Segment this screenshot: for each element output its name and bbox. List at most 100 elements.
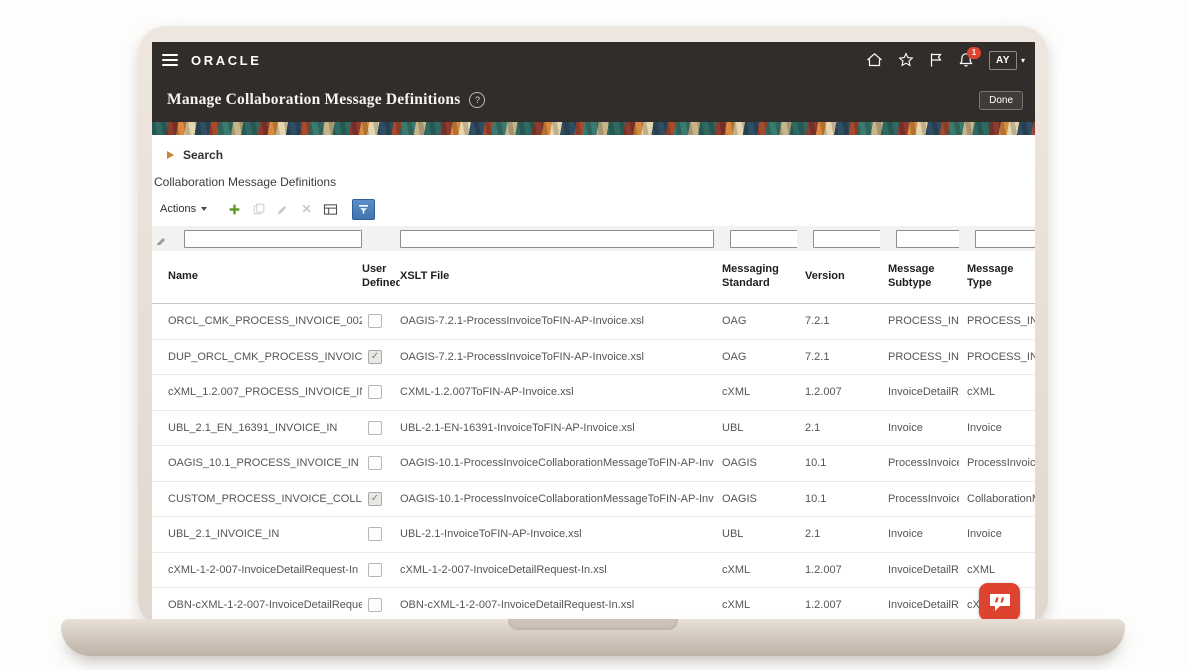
cell-message-subtype: PROCESS_INV...: [880, 351, 959, 363]
global-actions: 1 AY ▾: [866, 51, 1025, 70]
cell-name: ORCL_CMK_PROCESS_INVOICE_002: [152, 315, 362, 327]
page-content: Search Collaboration Message Definitions…: [152, 135, 1035, 622]
cell-xslt-file: OAGIS-10.1-ProcessInvoiceCollaborationMe…: [400, 493, 714, 505]
table-row[interactable]: ORCL_CMK_PROCESS_INVOICE_002 OAGIS-7.2.1…: [152, 304, 1035, 340]
filter-version-input[interactable]: [813, 230, 880, 248]
cell-message-type: ProcessInvoice: [959, 457, 1035, 469]
flag-icon[interactable]: [929, 52, 943, 68]
cell-xslt-file: OAGIS-10.1-ProcessInvoiceCollaborationMe…: [400, 457, 714, 469]
user-defined-checkbox[interactable]: [368, 563, 382, 577]
cell-messaging-standard: UBL: [714, 422, 797, 434]
table-row[interactable]: UBL_2.1_EN_16391_INVOICE_IN UBL-2.1-EN-1…: [152, 411, 1035, 447]
speech-bubble-icon: [988, 591, 1012, 613]
cell-xslt-file: UBL-2.1-InvoiceToFIN-AP-Invoice.xsl: [400, 528, 714, 540]
cell-xslt-file: cXML-1-2-007-InvoiceDetailRequest-In.xsl: [400, 564, 714, 576]
column-header-message-type[interactable]: Message Type: [959, 263, 1035, 291]
column-header-user-defined[interactable]: User Defined: [362, 263, 400, 291]
table-row[interactable]: DUP_ORCL_CMK_PROCESS_INVOICE... OAGIS-7.…: [152, 340, 1035, 376]
add-icon[interactable]: [227, 203, 242, 216]
cell-message-type: Invoice: [959, 528, 1035, 540]
cell-message-subtype: InvoiceDetailRe...: [880, 599, 959, 611]
cell-user-defined: [362, 385, 400, 399]
column-header-messaging-standard[interactable]: Messaging Standard: [714, 263, 797, 291]
detach-icon[interactable]: [323, 203, 338, 216]
cell-xslt-file: CXML-1.2.007ToFIN-AP-Invoice.xsl: [400, 386, 714, 398]
cell-version: 1.2.007: [797, 386, 880, 398]
column-header-xslt-file[interactable]: XSLT File: [400, 270, 714, 284]
cell-version: 2.1: [797, 422, 880, 434]
user-menu[interactable]: AY ▾: [989, 51, 1025, 70]
cell-xslt-file: OAGIS-7.2.1-ProcessInvoiceToFIN-AP-Invoi…: [400, 351, 714, 363]
qbe-pencil-icon: [156, 232, 166, 250]
cell-message-subtype: PROCESS_INV...: [880, 315, 959, 327]
cell-messaging-standard: cXML: [714, 564, 797, 576]
query-by-example-button[interactable]: [352, 199, 375, 220]
cell-user-defined: [362, 456, 400, 470]
notifications-bell-icon[interactable]: 1: [958, 52, 974, 68]
section-title: Collaboration Message Definitions: [154, 175, 1035, 189]
table-toolbar: Actions ✕: [160, 197, 1035, 221]
cell-messaging-standard: UBL: [714, 528, 797, 540]
cell-messaging-standard: cXML: [714, 386, 797, 398]
done-button[interactable]: Done: [979, 91, 1023, 110]
cell-user-defined: [362, 421, 400, 435]
table-row[interactable]: CUSTOM_PROCESS_INVOICE_COLLA... OAGIS-10…: [152, 482, 1035, 518]
table-row[interactable]: cXML_1.2.007_PROCESS_INVOICE_IN CXML-1.2…: [152, 375, 1035, 411]
cell-user-defined: [362, 527, 400, 541]
table-row[interactable]: OAGIS_10.1_PROCESS_INVOICE_IN OAGIS-10.1…: [152, 446, 1035, 482]
cell-message-type: PROCESS_INV...: [959, 351, 1035, 363]
title-bar: Manage Collaboration Message Definitions…: [152, 78, 1035, 122]
cell-name: cXML-1-2-007-InvoiceDetailRequest-In: [152, 564, 362, 576]
column-header-name[interactable]: Name: [152, 270, 362, 284]
duplicate-icon[interactable]: [251, 202, 266, 216]
cell-message-subtype: InvoiceDetailRe...: [880, 386, 959, 398]
cell-version: 7.2.1: [797, 315, 880, 327]
cell-name: OAGIS_10.1_PROCESS_INVOICE_IN: [152, 457, 362, 469]
search-section-toggle[interactable]: Search: [152, 135, 1035, 162]
user-defined-checkbox[interactable]: [368, 598, 382, 612]
oracle-logo: ORACLE: [191, 53, 262, 68]
column-header-message-subtype[interactable]: Message Subtype: [880, 263, 959, 291]
cell-messaging-standard: cXML: [714, 599, 797, 611]
filter-xslt-file-input[interactable]: [400, 230, 714, 248]
user-defined-checkbox[interactable]: [368, 492, 382, 506]
favorites-star-icon[interactable]: [898, 52, 914, 68]
filter-message-subtype-input[interactable]: [896, 230, 959, 248]
filter-message-type-input[interactable]: [975, 230, 1035, 248]
cell-name: CUSTOM_PROCESS_INVOICE_COLLA...: [152, 493, 362, 505]
filter-messaging-standard-input[interactable]: [730, 230, 797, 248]
table-row[interactable]: UBL_2.1_INVOICE_IN UBL-2.1-InvoiceToFIN-…: [152, 517, 1035, 553]
cell-version: 1.2.007: [797, 564, 880, 576]
notification-badge: 1: [967, 47, 981, 59]
user-defined-checkbox[interactable]: [368, 385, 382, 399]
decorative-banner: [152, 122, 1035, 135]
cell-message-type: Invoice: [959, 422, 1035, 434]
cell-user-defined: [362, 598, 400, 612]
table-row[interactable]: OBN-cXML-1-2-007-InvoiceDetailReques... …: [152, 588, 1035, 622]
laptop-base: [61, 619, 1125, 656]
filter-name-input[interactable]: [184, 230, 362, 248]
column-header-version[interactable]: Version: [797, 270, 880, 284]
user-defined-checkbox[interactable]: [368, 421, 382, 435]
user-defined-checkbox[interactable]: [368, 314, 382, 328]
user-defined-checkbox[interactable]: [368, 456, 382, 470]
cell-xslt-file: OBN-cXML-1-2-007-InvoiceDetailRequest-In…: [400, 599, 714, 611]
chevron-down-icon: ▾: [1021, 56, 1025, 65]
user-defined-checkbox[interactable]: [368, 527, 382, 541]
actions-menu-button[interactable]: Actions: [160, 203, 207, 215]
cell-name: DUP_ORCL_CMK_PROCESS_INVOICE...: [152, 351, 362, 363]
cell-message-type: cXML: [959, 386, 1035, 398]
table-row[interactable]: cXML-1-2-007-InvoiceDetailRequest-In cXM…: [152, 553, 1035, 589]
feedback-button[interactable]: [979, 583, 1020, 621]
caret-down-icon: [201, 207, 207, 211]
edit-pencil-icon[interactable]: [275, 203, 290, 216]
expand-arrow-icon: [167, 151, 174, 159]
menu-icon[interactable]: [162, 54, 178, 66]
cell-message-subtype: InvoiceDetailRe...: [880, 564, 959, 576]
user-defined-checkbox[interactable]: [368, 350, 382, 364]
home-icon[interactable]: [866, 52, 883, 68]
cell-name: UBL_2.1_INVOICE_IN: [152, 528, 362, 540]
cell-name: cXML_1.2.007_PROCESS_INVOICE_IN: [152, 386, 362, 398]
help-icon[interactable]: ?: [469, 92, 485, 108]
delete-icon[interactable]: ✕: [299, 202, 314, 216]
